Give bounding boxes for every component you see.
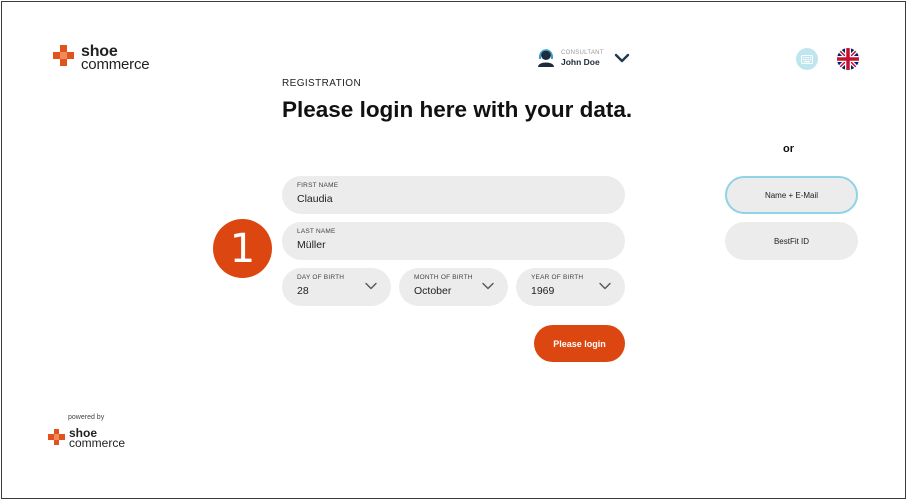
- section-label: REGISTRATION: [282, 78, 362, 89]
- footer-logo: shoe commerce: [48, 427, 126, 450]
- first-name-value[interactable]: Claudia: [297, 193, 333, 205]
- consultant-name: John Doe: [561, 57, 600, 67]
- footer-logo-line2: commerce: [69, 436, 126, 450]
- day-of-birth-label: DAY OF BIRTH: [297, 274, 345, 281]
- brand-logo: shoe commerce: [53, 44, 150, 73]
- brand-mark-icon: [48, 428, 65, 449]
- month-of-birth-value: October: [414, 285, 452, 297]
- chevron-down-icon: [599, 282, 611, 290]
- month-of-birth-select[interactable]: MONTH OF BIRTH October: [399, 268, 508, 306]
- login-button[interactable]: Please login: [534, 325, 625, 362]
- consultant-headset-icon: [538, 49, 554, 67]
- last-name-field[interactable]: LAST NAME Müller: [282, 222, 625, 260]
- name-email-login-button[interactable]: Name + E-Mail: [725, 176, 858, 214]
- day-of-birth-value: 28: [297, 285, 309, 297]
- step-number-badge: 1: [213, 219, 272, 278]
- or-label: or: [783, 143, 794, 155]
- chevron-down-icon[interactable]: [614, 53, 630, 63]
- chevron-down-icon: [482, 282, 494, 290]
- year-of-birth-label: YEAR OF BIRTH: [531, 274, 584, 281]
- last-name-value[interactable]: Müller: [297, 239, 326, 251]
- first-name-field[interactable]: FIRST NAME Claudia: [282, 176, 625, 214]
- consultant-label: CONSULTANT: [561, 50, 604, 56]
- keyboard-icon: [801, 54, 813, 64]
- uk-flag-icon: [837, 48, 859, 70]
- language-button[interactable]: [837, 48, 859, 70]
- first-name-label: FIRST NAME: [297, 182, 339, 189]
- year-of-birth-select[interactable]: YEAR OF BIRTH 1969: [516, 268, 625, 306]
- last-name-label: LAST NAME: [297, 228, 336, 235]
- year-of-birth-value: 1969: [531, 285, 555, 297]
- brand-mark-icon: [53, 45, 75, 71]
- consultant-selector[interactable]: CONSULTANT John Doe: [537, 48, 630, 68]
- day-of-birth-select[interactable]: DAY OF BIRTH 28: [282, 268, 391, 306]
- powered-by-label: powered by: [68, 414, 105, 421]
- month-of-birth-label: MONTH OF BIRTH: [414, 274, 473, 281]
- chevron-down-icon: [365, 282, 377, 290]
- keyboard-button[interactable]: [796, 48, 818, 70]
- bestfit-id-login-button[interactable]: BestFit ID: [725, 222, 858, 260]
- brand-name-line2: commerce: [81, 56, 150, 73]
- page-title: Please login here with your data.: [282, 97, 633, 122]
